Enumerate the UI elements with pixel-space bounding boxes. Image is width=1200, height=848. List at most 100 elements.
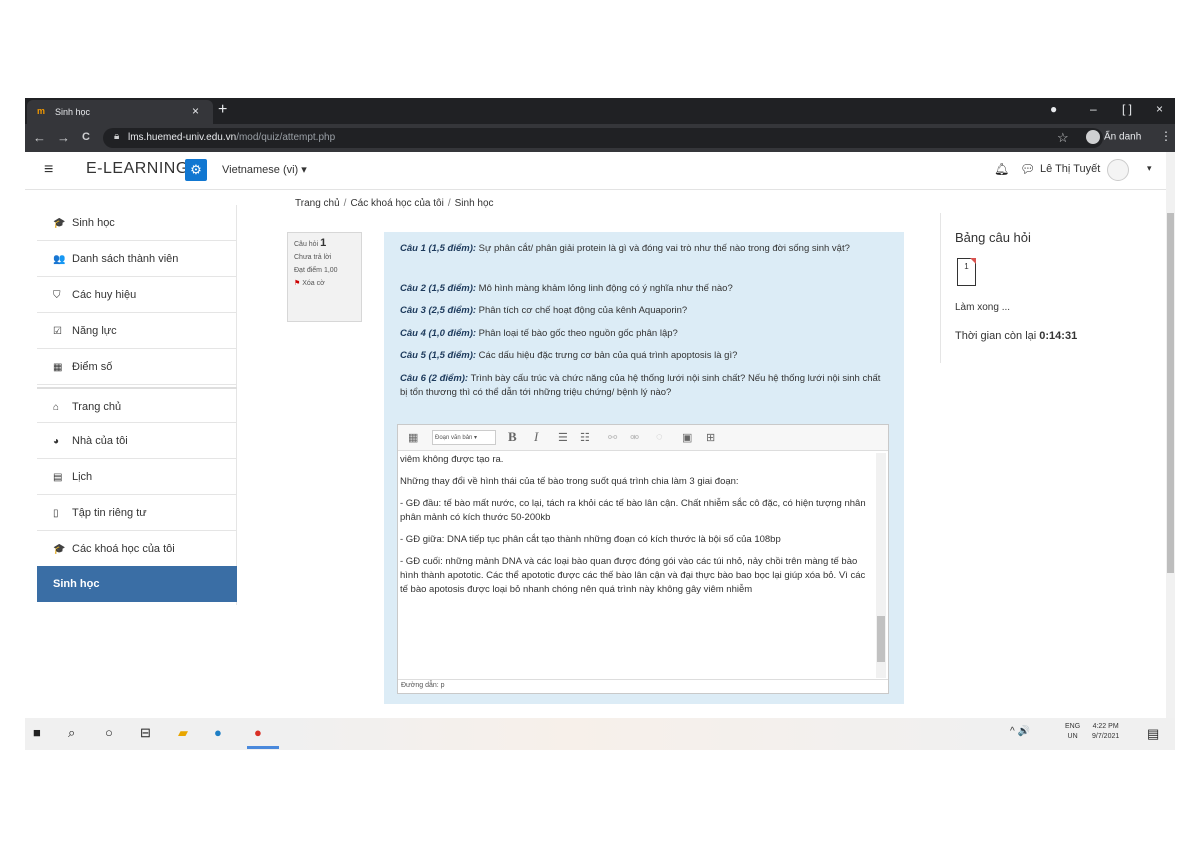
checkbox-icon: ☑ — [53, 326, 62, 337]
quiz-navigation-title: Bảng câu hỏi — [955, 230, 1031, 245]
toolbar-toggle-icon[interactable]: ▦ — [408, 431, 418, 444]
url-host: lms.huemed-univ.edu.vn — [128, 132, 237, 143]
site-brand[interactable]: E-LEARNING — [86, 160, 189, 178]
maximize-button[interactable]: [ ] — [1122, 102, 1132, 116]
quiz-timer: Thời gian còn lại 0:14:31 — [955, 330, 1077, 342]
bookmark-star-icon[interactable]: ☆ — [1057, 130, 1069, 146]
sidebar-item-home[interactable]: ⌂ Trang chủ — [37, 387, 237, 423]
sidebar-item-label: Các huy hiệu — [72, 289, 137, 301]
clock-date: 9/7/2021 — [1092, 733, 1120, 740]
sidebar-item-label: Điểm số — [72, 361, 113, 373]
italic-button[interactable]: I — [534, 429, 538, 445]
settings-cog-icon[interactable]: ⚙ — [185, 159, 207, 181]
language-selector[interactable]: Vietnamese (vi) ▾ — [222, 163, 307, 176]
lang-secondary: UN — [1067, 733, 1078, 740]
browser-menu-icon[interactable]: ⋮ — [1160, 129, 1172, 143]
messages-icon[interactable]: 💬︎ — [1020, 162, 1035, 176]
breadcrumb-course[interactable]: Sinh học — [455, 198, 494, 209]
link-icon[interactable]: ⚯ — [608, 431, 617, 444]
question-body: Phân loại tế bào gốc theo nguồn gốc phân… — [476, 328, 678, 339]
question-heading: Câu 2 (1,5 điểm): — [400, 283, 477, 294]
tab-title: Sinh học — [55, 107, 91, 117]
sidebar-item-competencies[interactable]: ☑ Năng lực — [37, 313, 237, 349]
close-window-button[interactable]: × — [1156, 102, 1163, 116]
moodle-favicon-icon: m — [37, 106, 46, 116]
question-number: 1 — [320, 237, 327, 249]
ordered-list-icon[interactable]: ☷ — [580, 431, 590, 444]
question-body: Các dấu hiệu đặc trưng cơ bản của quá tr… — [476, 350, 738, 361]
flag-icon: ⚑ — [294, 280, 301, 287]
sidebar-item-calendar[interactable]: ▤ Lịch — [37, 459, 237, 495]
question-body: Sự phân cắt/ phân giải protein là gì và … — [476, 243, 850, 254]
image-icon[interactable]: ▣ — [682, 431, 692, 444]
language-indicator[interactable]: ENG UN — [1065, 722, 1080, 742]
sidebar-item-label: Lịch — [72, 471, 93, 483]
sidebar-item-course[interactable]: 🎓 Sinh học — [37, 205, 237, 241]
question-text-6: Câu 6 (2 điểm): Trình bày cấu trúc và ch… — [400, 372, 890, 400]
answer-textarea[interactable]: viêm không được tạo ra. Những thay đổi v… — [400, 453, 875, 678]
sidebar-item-my-courses[interactable]: 🎓 Các khoá học của tôi — [37, 531, 237, 567]
bold-button[interactable]: B — [508, 429, 517, 445]
back-icon[interactable]: ← — [33, 130, 46, 145]
timer-label: Thời gian còn lại — [955, 330, 1040, 342]
minimize-button[interactable]: – — [1090, 102, 1097, 116]
forward-icon[interactable]: → — [57, 130, 70, 145]
sidebar-item-private-files[interactable]: ▯ Tập tin riêng tư — [37, 495, 237, 531]
sidebar-item-active-course[interactable]: Sinh học — [37, 566, 237, 602]
sidebar-item-grades[interactable]: ▦ Điểm số — [37, 349, 237, 385]
incognito-indicator[interactable]: Ẩn danh — [1086, 130, 1158, 146]
users-icon: 👥 — [53, 254, 66, 265]
dashboard-icon: ◕ — [53, 436, 60, 447]
url-text[interactable]: lms.huemed-univ.edu.vn/mod/quiz/attempt.… — [128, 132, 335, 143]
avatar[interactable] — [1107, 159, 1129, 181]
taskbar-clock[interactable]: 4:22 PM 9/7/2021 — [1092, 722, 1119, 742]
question-text-5: Câu 5 (1,5 điểm): Các dấu hiệu đặc trưng… — [400, 349, 890, 363]
notification-center-icon[interactable]: ▤ — [1147, 726, 1159, 742]
graduation-cap-icon: 🎓 — [53, 544, 66, 555]
question-heading: Câu 1 (1,5 điểm): — [400, 243, 477, 254]
question-status: Chưa trả lời — [294, 254, 332, 261]
unlink-icon[interactable]: ⚮ — [630, 431, 639, 444]
taskbar-background — [280, 718, 1000, 750]
windows-start-icon[interactable]: ■ — [33, 725, 41, 740]
close-tab-icon[interactable]: × — [192, 104, 199, 118]
unordered-list-icon[interactable]: ☰ — [558, 431, 568, 444]
notification-bell-icon[interactable]: 🔔︎ — [994, 162, 1009, 176]
question-body: Phân tích cơ chế hoạt động của kênh Aqua… — [476, 305, 688, 316]
window-controls: ● – [ ] × — [1050, 102, 1175, 122]
account-icon[interactable]: ● — [1050, 102, 1057, 116]
edge-icon[interactable]: ● — [214, 725, 222, 740]
user-name[interactable]: Lê Thị Tuyết — [1040, 163, 1100, 175]
active-app-indicator — [247, 746, 279, 749]
answer-line: - GĐ cuối: những mảnh DNA và các loại bà… — [400, 556, 866, 595]
sidebar-item-label: Danh sách thành viên — [72, 253, 179, 265]
breadcrumb-home[interactable]: Trang chủ — [295, 198, 340, 209]
answer-line: viêm không được tạo ra. — [400, 454, 504, 465]
sidebar-item-participants[interactable]: 👥 Danh sách thành viên — [37, 241, 237, 277]
flag-question-link[interactable]: ⚑ Xóa cờ — [294, 277, 355, 290]
flag-corner-icon — [970, 258, 976, 264]
search-icon[interactable]: ⌕ — [68, 725, 75, 741]
finish-attempt-link[interactable]: Làm xong ... — [955, 302, 1010, 313]
new-tab-button[interactable]: + — [218, 101, 227, 119]
task-view-icon[interactable]: ⊟ — [140, 725, 151, 741]
page-scrollbar-thumb[interactable] — [1167, 213, 1174, 573]
file-explorer-icon[interactable]: ▰ — [178, 725, 188, 741]
chrome-icon[interactable]: ● — [254, 725, 262, 740]
browser-tab[interactable]: m Sinh học × — [27, 100, 213, 124]
system-tray[interactable]: ^ 🔊 — [1010, 726, 1030, 737]
emoji-icon[interactable]: ◌ — [656, 431, 663, 443]
hamburger-menu-icon[interactable]: ≡ — [44, 161, 53, 179]
question-nav-button[interactable]: 1 — [957, 258, 976, 286]
sidebar-item-badges[interactable]: ⛉ Các huy hiệu — [37, 277, 237, 313]
user-menu-chevron-icon[interactable]: ▾ — [1147, 163, 1152, 174]
media-icon[interactable]: ⊞ — [706, 431, 715, 444]
editor-scrollbar-thumb[interactable] — [877, 616, 885, 662]
reload-icon[interactable]: C — [82, 131, 90, 143]
incognito-label: Ẩn danh — [1104, 131, 1142, 143]
sidebar-item-label: Nhà của tôi — [72, 435, 128, 447]
breadcrumb-my-courses[interactable]: Các khoá học của tôi — [350, 198, 443, 209]
cortana-icon[interactable]: ○ — [105, 725, 113, 740]
sidebar-item-dashboard[interactable]: ◕ Nhà của tôi — [37, 423, 237, 459]
paragraph-style-select[interactable]: Đoạn văn bản ▾ — [432, 430, 496, 445]
